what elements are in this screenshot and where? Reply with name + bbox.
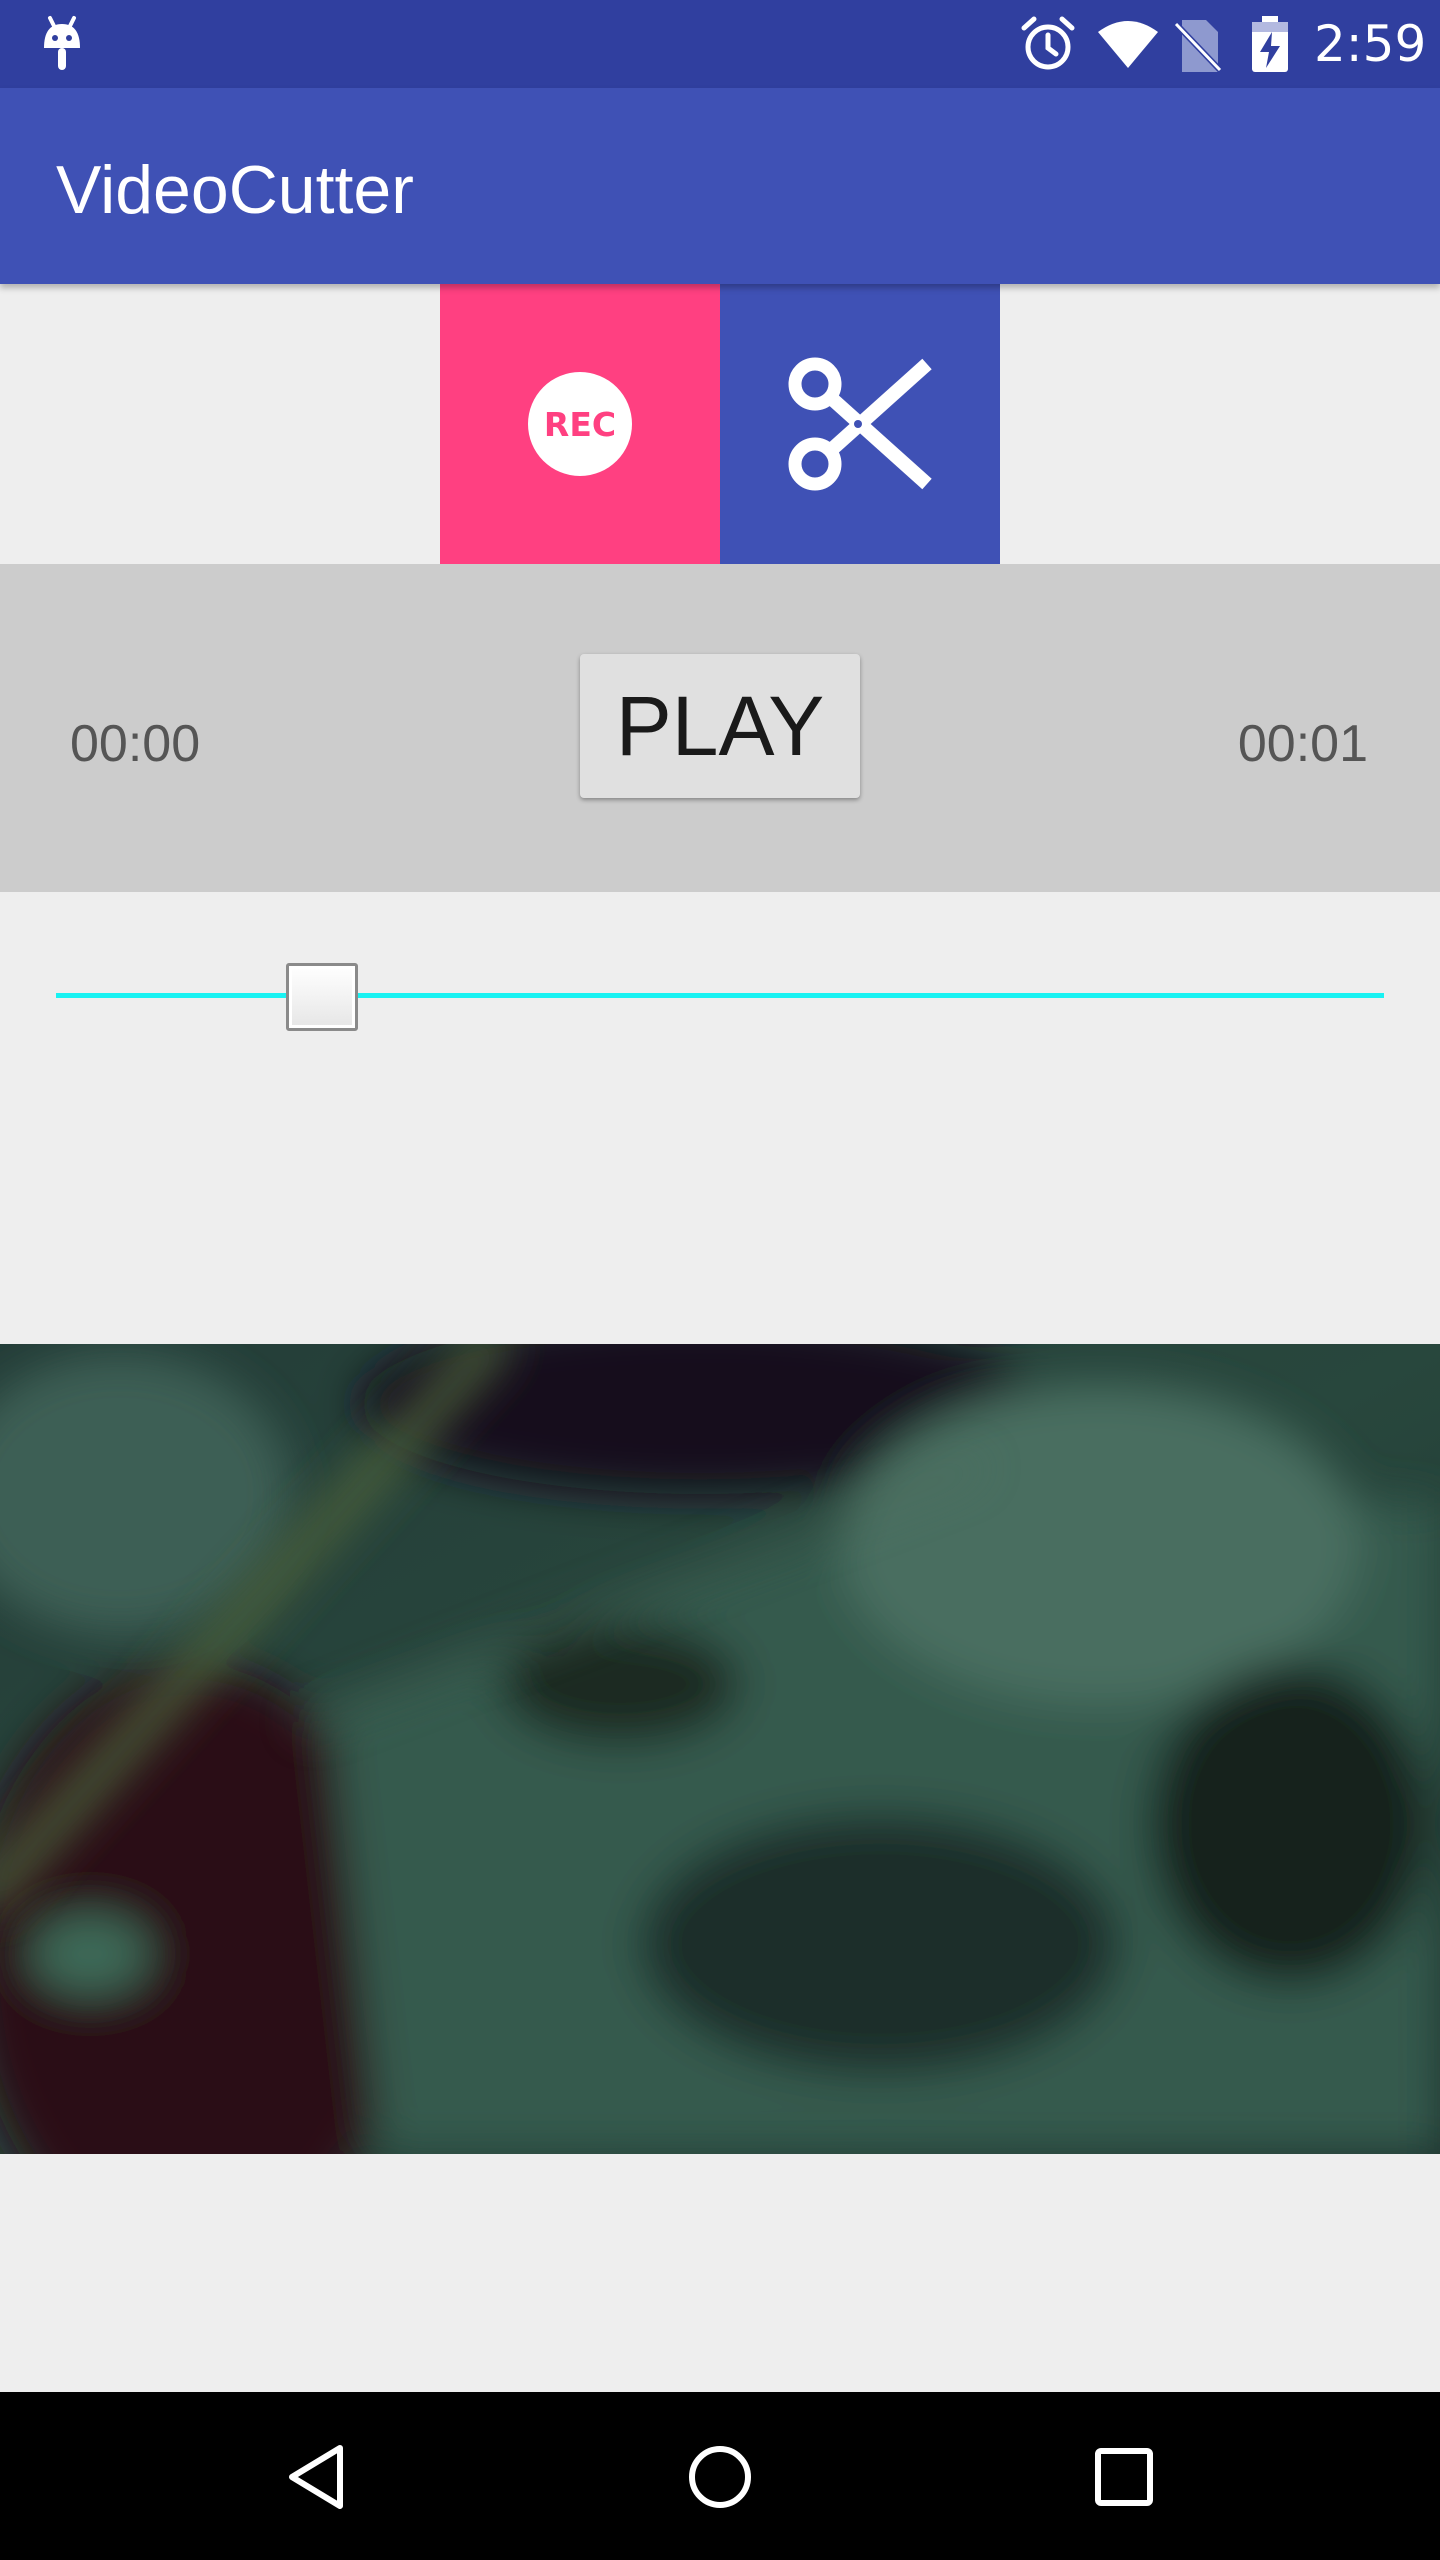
cut-button[interactable]: [720, 284, 1000, 564]
android-debug-icon: [44, 16, 80, 70]
seek-bar-thumb[interactable]: [286, 963, 358, 1031]
recents-button[interactable]: [1074, 2432, 1174, 2522]
status-bar: 2:59: [0, 0, 1440, 88]
app-bar: VideoCutter: [0, 88, 1440, 284]
rec-label: REC: [544, 405, 616, 444]
rec-icon: REC: [528, 372, 632, 476]
app-title: VideoCutter: [56, 152, 414, 228]
back-button[interactable]: [266, 2432, 366, 2522]
back-icon: [289, 2445, 343, 2509]
status-time: 2:59: [1314, 15, 1427, 73]
recents-icon: [1095, 2448, 1153, 2506]
play-button[interactable]: PLAY: [580, 654, 860, 798]
home-icon: [689, 2446, 751, 2508]
scissors-icon: [788, 357, 932, 491]
video-preview[interactable]: [0, 1344, 1440, 2154]
playback-controls: 00:00 PLAY 00:01: [0, 564, 1440, 892]
battery-charging-icon: [1252, 16, 1288, 72]
wifi-icon: [1098, 21, 1158, 68]
alarm-icon: [1021, 16, 1075, 70]
video-frame: [0, 1344, 1440, 2154]
record-button[interactable]: REC: [440, 284, 720, 564]
start-time: 00:00: [70, 715, 201, 773]
no-sim-icon: [1174, 20, 1222, 73]
navigation-bar: [0, 2392, 1440, 2560]
end-time: 00:01: [1237, 715, 1368, 773]
home-button[interactable]: [670, 2432, 770, 2522]
seek-bar-track[interactable]: [56, 993, 1384, 998]
